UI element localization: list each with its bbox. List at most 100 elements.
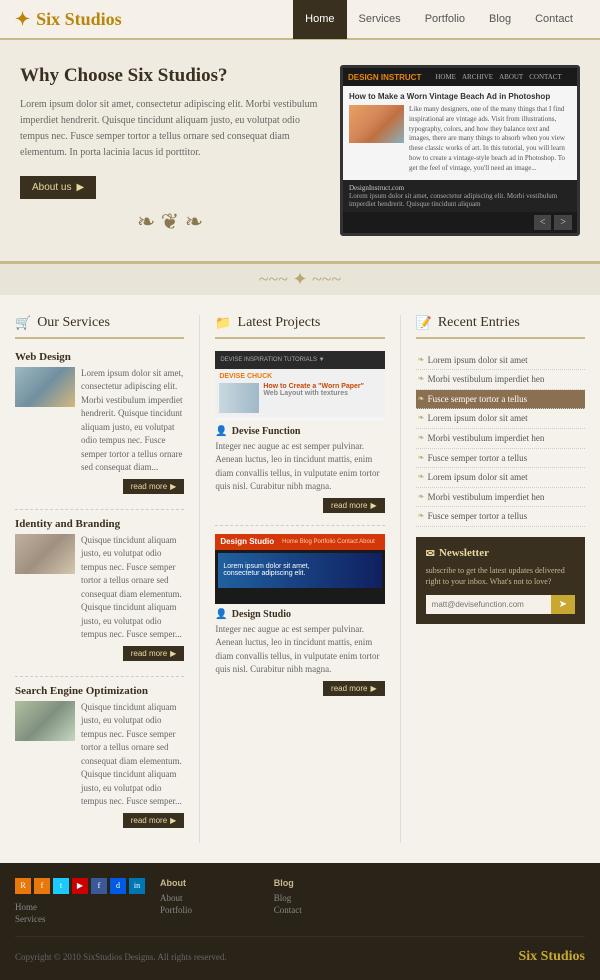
recent-section: 📝 Recent Entries Lorem ipsum dolor sit a… (416, 315, 585, 843)
project-paper-title: How to Create a "Worn Paper" (263, 383, 364, 390)
youtube-icon[interactable]: ▶ (72, 878, 88, 894)
read-more-row: read more ▶ (15, 813, 184, 828)
list-item[interactable]: Lorem ipsum dolor sit amet (416, 468, 585, 488)
nav-item-services[interactable]: Services (347, 0, 413, 39)
project-body: Integer nec augue ac est semper pulvinar… (215, 440, 384, 494)
hero-left: Why Choose Six Studios? Lorem ipsum dolo… (20, 65, 320, 235)
footer-link-blog[interactable]: Blog (274, 893, 373, 903)
project-mini-title: DEVISE CHUCK (219, 373, 380, 380)
nav-item-portfolio[interactable]: Portfolio (413, 0, 477, 39)
project2-nav: Home Blog Portfolio Contact About (282, 539, 375, 545)
about-us-label: About us (32, 182, 71, 193)
slide-nav: < > (343, 212, 577, 233)
service-body: Quisque tincidunt aliquam justo, eu volu… (15, 701, 184, 809)
arrow-icon: ▶ (76, 182, 84, 193)
service-title: Identity and Branding (15, 518, 184, 530)
list-item[interactable]: Morbi vestibulum imperdiet hen (416, 429, 585, 449)
service-image (15, 367, 75, 407)
project-title: 👤 Devise Function (215, 426, 384, 437)
service-text: Quisque tincidunt aliquam justo, eu volu… (81, 701, 184, 809)
project-read-more-button[interactable]: read more ▶ (323, 681, 385, 696)
service-body: Quisque tincidunt aliquam justo, eu volu… (15, 534, 184, 642)
rss-icon[interactable]: R (15, 878, 31, 894)
newsletter-title-text: Newsletter (439, 547, 489, 559)
logo-text: Six Studios (36, 9, 122, 30)
service-item: Identity and Branding Quisque tincidunt … (15, 518, 184, 661)
projects-icon: 📁 (215, 315, 231, 331)
recent-title-text: Recent Entries (438, 315, 520, 331)
service-title: Search Engine Optimization (15, 685, 184, 697)
project-screenshot: DEVISE INSPIRATION TUTORIALS ▼ DEVISE CH… (215, 351, 384, 421)
project-item: DEVISE INSPIRATION TUTORIALS ▼ DEVISE CH… (215, 351, 384, 513)
footer-col-heading: Blog (274, 878, 373, 888)
footer-logo: Six Studios (518, 949, 585, 965)
footer-col-home: Home Services (15, 902, 145, 924)
list-item[interactable]: Morbi vestibulum imperdiet hen (416, 370, 585, 390)
digg-icon[interactable]: d (110, 878, 126, 894)
projects-title: 📁 Latest Projects (215, 315, 384, 339)
project2-content: Lorem ipsum dolor sit amet,consectetur a… (215, 550, 384, 600)
project-mini-image (219, 383, 259, 413)
project-title: 👤 Design Studio (215, 609, 384, 620)
footer-social: R f t ▶ f d in (15, 878, 145, 894)
footer-link-services[interactable]: Services (15, 914, 145, 924)
twitter-icon[interactable]: t (53, 878, 69, 894)
read-more-button[interactable]: read more ▶ (123, 813, 185, 828)
footer-spacer (388, 878, 586, 926)
read-more-label: read more (131, 816, 167, 825)
project-mini-content: DEVISE CHUCK How to Create a "Worn Paper… (215, 369, 384, 417)
slideshow-footer: DesignInstruct.com Lorem ipsum dolor sit… (343, 180, 577, 212)
hero-divider: ~~~ ✦ ~~~ (0, 264, 600, 295)
project2-tagline: Lorem ipsum dolor sit amet,consectetur a… (223, 563, 309, 577)
main-content: 🛒 Our Services Web Design Lorem ipsum do… (0, 295, 600, 863)
project-mini-body: How to Create a "Worn Paper" Web Layout … (219, 383, 380, 413)
footer-link-contact[interactable]: Contact (274, 905, 373, 915)
hero-decoration: ❧ ❦ ❧ (20, 209, 320, 235)
list-item[interactable]: Lorem ipsum dolor sit amet (416, 409, 585, 429)
footer-link-about[interactable]: About (160, 893, 259, 903)
project-mini-nav: DEVISE INSPIRATION TUTORIALS ▼ (220, 357, 324, 363)
feed-icon[interactable]: f (34, 878, 50, 894)
read-more-button[interactable]: read more ▶ (123, 646, 185, 661)
slide-next-button[interactable]: > (554, 215, 572, 230)
list-item[interactable]: Lorem ipsum dolor sit amet (416, 351, 585, 371)
services-title: 🛒 Our Services (15, 315, 184, 339)
logo: ✦ Six Studios (15, 9, 122, 30)
hero-section: Why Choose Six Studios? Lorem ipsum dolo… (0, 40, 600, 264)
list-item-highlighted[interactable]: Fusce semper tortor a tellus (416, 390, 585, 410)
slideshow-frame: DESIGN INSTRUCT HOME ARCHIVE ABOUT CONTA… (340, 65, 580, 236)
footer-link-home[interactable]: Home (15, 902, 145, 912)
footer-top: R f t ▶ f d in Home Services About About… (15, 878, 585, 937)
newsletter-input-row: ➤ (426, 595, 575, 614)
facebook-icon[interactable]: f (91, 878, 107, 894)
footer-link-portfolio[interactable]: Portfolio (160, 905, 259, 915)
service-body: Lorem ipsum dolor sit amet, consectetur … (15, 367, 184, 475)
recent-title: 📝 Recent Entries (416, 315, 585, 339)
slide-text: Like many designers, one of the many thi… (409, 105, 571, 174)
list-item[interactable]: Fusce semper tortor a tellus (416, 507, 585, 527)
about-us-button[interactable]: About us ▶ (20, 176, 96, 199)
newsletter-title: ✉ Newsletter (426, 547, 575, 560)
list-item[interactable]: Fusce semper tortor a tellus (416, 449, 585, 469)
slide-prev-button[interactable]: < (534, 215, 552, 230)
read-more-arrow: ▶ (170, 816, 176, 825)
footer-col-heading: About (160, 878, 259, 888)
list-item[interactable]: Morbi vestibulum imperdiet hen (416, 488, 585, 508)
main-nav: Home Services Portfolio Blog Contact (293, 0, 585, 39)
nav-item-blog[interactable]: Blog (477, 0, 523, 39)
service-image (15, 534, 75, 574)
project-read-more-button[interactable]: read more ▶ (323, 498, 385, 513)
linkedin-icon[interactable]: in (129, 878, 145, 894)
footer-text: Lorem ipsum dolor sit amet, consectetur … (349, 192, 571, 208)
nav-item-contact[interactable]: Contact (523, 0, 585, 39)
nav-item-home[interactable]: Home (293, 0, 346, 39)
read-more-button[interactable]: read more ▶ (123, 479, 185, 494)
read-more-row: read more ▶ (215, 498, 384, 513)
services-icon: 🛒 (15, 315, 31, 331)
service-text: Lorem ipsum dolor sit amet, consectetur … (81, 367, 184, 475)
newsletter-email-input[interactable] (426, 595, 551, 614)
services-title-text: Our Services (37, 315, 110, 331)
newsletter-submit-button[interactable]: ➤ (551, 595, 575, 614)
project-divider (215, 525, 384, 526)
read-more-row: read more ▶ (15, 646, 184, 661)
